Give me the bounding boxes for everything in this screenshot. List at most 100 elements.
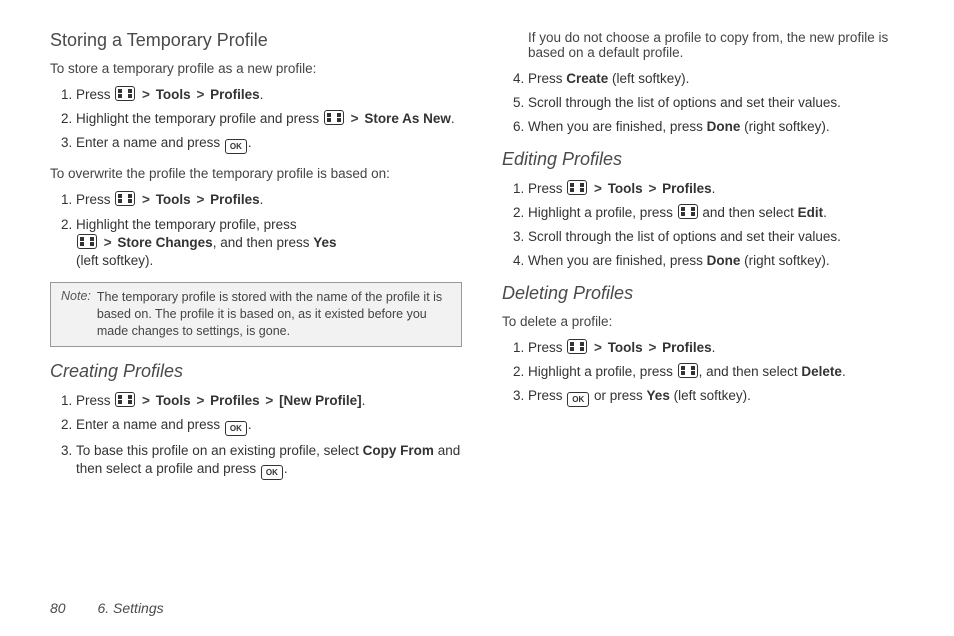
ok-icon: OK <box>261 465 283 480</box>
menu-path-item: Tools <box>156 393 191 408</box>
heading-editing-profiles: Editing Profiles <box>502 149 914 170</box>
menu-path-item: Profiles <box>662 340 712 355</box>
menu-path-item: Profiles <box>210 393 260 408</box>
separator-icon: > <box>140 393 152 408</box>
list-item: Enter a name and press OK. <box>76 416 462 436</box>
step-text: When you are finished, press <box>528 119 707 134</box>
list-item: Highlight the temporary profile and pres… <box>76 110 462 128</box>
step-text: . <box>712 340 716 355</box>
list-item: Press > Tools > Profiles. <box>528 339 914 357</box>
step-text: (right softkey). <box>740 253 829 268</box>
step-text: . <box>260 192 264 207</box>
menu-icon <box>115 191 135 206</box>
continuation-text: If you do not choose a profile to copy f… <box>502 30 914 60</box>
step-text: Enter a name and press <box>76 135 224 150</box>
list-item: Press > Tools > Profiles. <box>76 86 462 104</box>
step-text: (left softkey). <box>608 71 689 86</box>
step-text: Press <box>76 192 114 207</box>
heading-creating-profiles: Creating Profiles <box>50 361 462 382</box>
step-text: . <box>260 87 264 102</box>
steps-deleting: Press > Tools > Profiles. Highlight a pr… <box>502 339 914 407</box>
step-text: Press <box>528 71 566 86</box>
page-body: Storing a Temporary Profile To store a t… <box>0 0 954 570</box>
list-item: Scroll through the list of options and s… <box>528 228 914 246</box>
list-item: When you are finished, press Done (right… <box>528 118 914 136</box>
list-item: To base this profile on an existing prof… <box>76 442 462 480</box>
intro-deleting: To delete a profile: <box>502 314 914 329</box>
menu-path-item: Tools <box>156 87 191 102</box>
page-footer: 80 6. Settings <box>50 600 164 616</box>
list-item: Press > Tools > Profiles > [New Profile]… <box>76 392 462 410</box>
step-text: or press <box>590 388 646 403</box>
steps-overwrite: Press > Tools > Profiles. Highlight the … <box>50 191 462 270</box>
separator-icon: > <box>194 192 206 207</box>
list-item: Scroll through the list of options and s… <box>528 94 914 112</box>
intro-storing: To store a temporary profile as a new pr… <box>50 61 462 76</box>
step-text: and then select <box>699 205 798 220</box>
heading-deleting-profiles: Deleting Profiles <box>502 283 914 304</box>
step-text: (right softkey). <box>740 119 829 134</box>
step-text: When you are finished, press <box>528 253 707 268</box>
menu-path-item: Store Changes <box>117 235 212 250</box>
menu-path-item: Tools <box>608 181 643 196</box>
step-text: . <box>842 364 846 379</box>
separator-icon: > <box>194 393 206 408</box>
step-text: (left softkey). <box>76 253 153 268</box>
ok-icon: OK <box>225 139 247 154</box>
list-item: Highlight the temporary profile, press >… <box>76 216 462 271</box>
menu-path-item: Tools <box>608 340 643 355</box>
list-item: Press OK or press Yes (left softkey). <box>528 387 914 407</box>
list-item: Highlight a profile, press , and then se… <box>528 363 914 381</box>
menu-path-item: Delete <box>801 364 842 379</box>
separator-icon: > <box>646 340 658 355</box>
softkey-label: Yes <box>647 388 670 403</box>
intro-overwrite: To overwrite the profile the temporary p… <box>50 166 462 181</box>
steps-editing: Press > Tools > Profiles. Highlight a pr… <box>502 180 914 271</box>
left-column: Storing a Temporary Profile To store a t… <box>50 30 462 570</box>
list-item: Press > Tools > Profiles. <box>76 191 462 209</box>
menu-icon <box>324 110 344 125</box>
step-text: (left softkey). <box>670 388 751 403</box>
menu-path-item: Profiles <box>210 87 260 102</box>
ok-icon: OK <box>567 392 589 407</box>
separator-icon: > <box>194 87 206 102</box>
step-text: To base this profile on an existing prof… <box>76 443 363 458</box>
separator-icon: > <box>102 235 114 250</box>
right-column: If you do not choose a profile to copy f… <box>502 30 914 570</box>
steps-creating: Press > Tools > Profiles > [New Profile]… <box>50 392 462 480</box>
separator-icon: > <box>592 340 604 355</box>
steps-storing: Press > Tools > Profiles. Highlight the … <box>50 86 462 154</box>
list-item: Press > Tools > Profiles. <box>528 180 914 198</box>
menu-icon <box>567 339 587 354</box>
step-text: . <box>248 135 252 150</box>
menu-icon <box>567 180 587 195</box>
menu-path-item: [New Profile] <box>279 393 362 408</box>
menu-icon <box>678 204 698 219</box>
separator-icon: > <box>140 87 152 102</box>
step-text: Press <box>76 87 114 102</box>
separator-icon: > <box>349 111 361 126</box>
note-body: The temporary profile is stored with the… <box>97 289 451 340</box>
menu-path-item: Tools <box>156 192 191 207</box>
menu-path-item: Profiles <box>210 192 260 207</box>
menu-icon <box>678 363 698 378</box>
menu-icon <box>115 392 135 407</box>
menu-path-item: Store As New <box>364 111 451 126</box>
ok-icon: OK <box>225 421 247 436</box>
softkey-label: Done <box>707 253 741 268</box>
step-text: Press <box>528 340 566 355</box>
step-text: Highlight a profile, press <box>528 364 677 379</box>
menu-path-item: Yes <box>313 235 336 250</box>
step-text: Press <box>76 393 114 408</box>
note-box: Note: The temporary profile is stored wi… <box>50 282 462 347</box>
step-text: Press <box>528 181 566 196</box>
step-text: Highlight a profile, press <box>528 205 677 220</box>
separator-icon: > <box>140 192 152 207</box>
step-text: . <box>362 393 366 408</box>
separator-icon: > <box>646 181 658 196</box>
menu-path-item: Profiles <box>662 181 712 196</box>
step-text: . <box>712 181 716 196</box>
step-text: Highlight the temporary profile, press <box>76 217 297 232</box>
step-text: , and then press <box>213 235 314 250</box>
menu-icon <box>115 86 135 101</box>
